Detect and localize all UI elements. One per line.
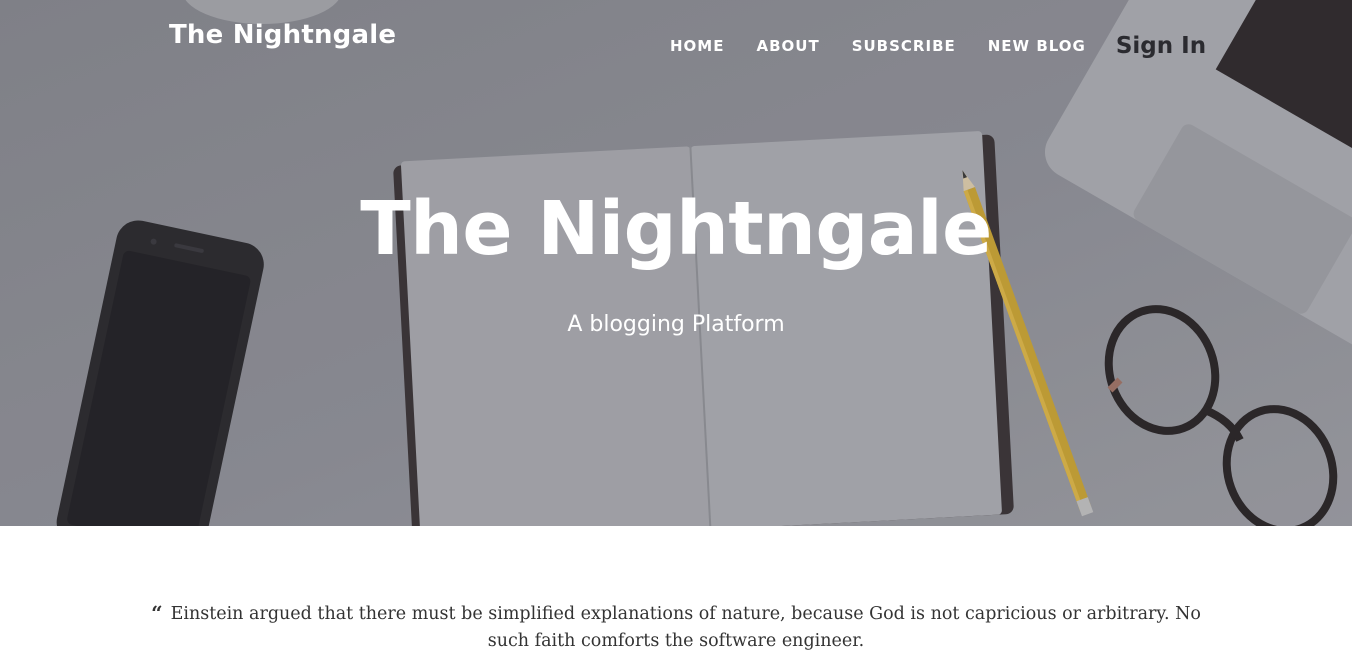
quote-text: Einstein argued that there must be simpl… [170,604,1201,651]
brand-logo[interactable]: The Nightngale [169,20,396,50]
quote-left-icon: “ [151,601,163,625]
hero-subtitle: A blogging Platform [567,312,785,337]
main-nav: HOME ABOUT SUBSCRIBE NEW BLOG Sign In [670,30,1206,62]
hero-title: The Nightngale [360,186,992,272]
featured-quote: “ Einstein argued that there must be simp… [146,600,1206,655]
sign-in-button[interactable]: Sign In [1116,33,1206,59]
nav-new-blog[interactable]: NEW BLOG [988,37,1086,55]
nav-subscribe[interactable]: SUBSCRIBE [852,37,956,55]
hero-section: The Nightngale HOME ABOUT SUBSCRIBE NEW … [0,0,1352,526]
nav-about[interactable]: ABOUT [756,37,819,55]
nav-home[interactable]: HOME [670,37,724,55]
